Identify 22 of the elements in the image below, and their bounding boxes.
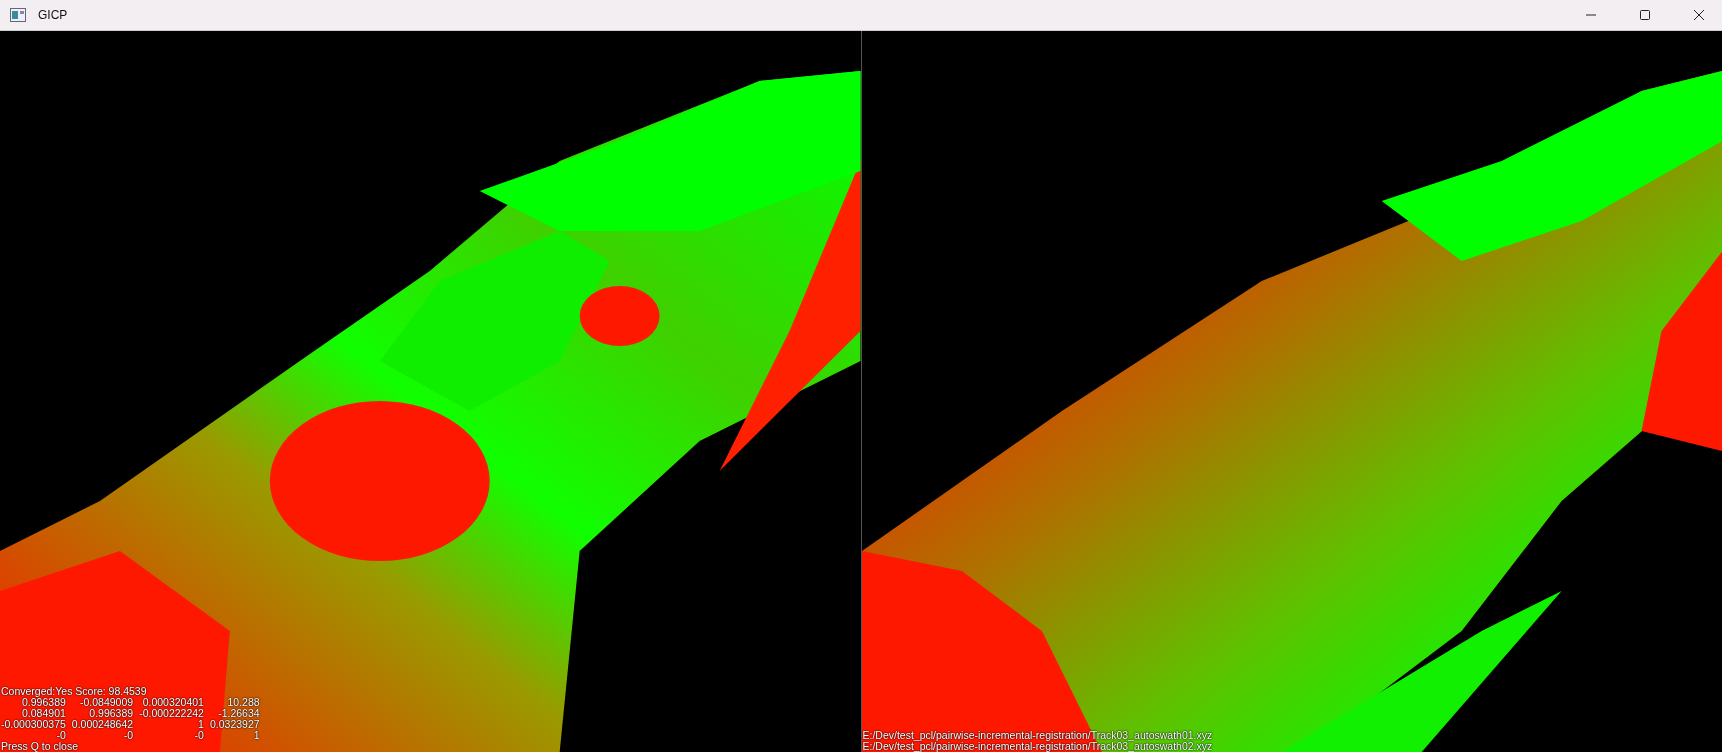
matrix-value: 0.996389	[22, 697, 66, 708]
matrix-value: 0.996389	[89, 708, 134, 719]
matrix-value: -0	[194, 730, 204, 741]
matrix-value: 0.084901	[22, 708, 66, 719]
matrix-value: 0.000248642	[71, 719, 134, 730]
matrix-value: 0.000320401	[142, 697, 204, 708]
window-icon	[10, 8, 26, 22]
matrix-value: -0.000300375	[1, 719, 66, 730]
matrix-value: -1.26634	[218, 708, 260, 719]
matrix-value: 1	[198, 719, 204, 730]
matrix-value: -0	[123, 730, 134, 741]
convergence-status: Converged:Yes Score: 98.4539	[1, 686, 147, 697]
matrix-value: -0.000222242	[139, 708, 204, 719]
matrix-value: 10.288	[227, 697, 260, 708]
matrix-value: -0.0849009	[80, 697, 134, 708]
maximize-icon	[1639, 9, 1651, 21]
matrix-value: 0.0323927	[209, 719, 260, 730]
matrix-value: 1	[253, 730, 260, 741]
matrix-value: -0	[56, 730, 66, 741]
window-title: GICP	[38, 8, 68, 22]
close-icon	[1693, 9, 1705, 21]
close-hint: Press Q to close	[1, 741, 80, 752]
